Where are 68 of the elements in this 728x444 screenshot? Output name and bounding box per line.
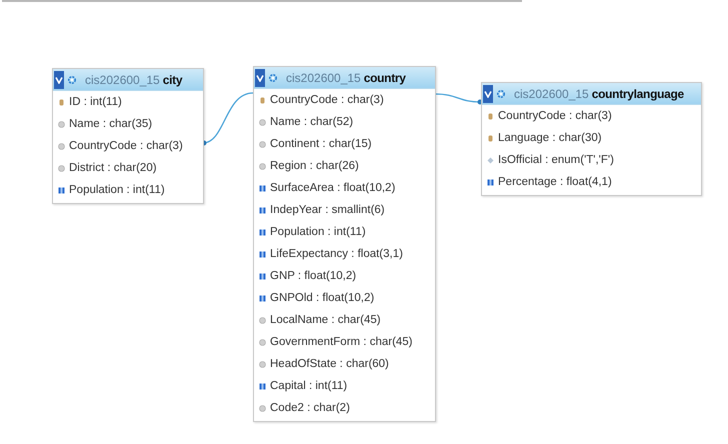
column-label: IsOfficial : enum('T','F') [498,154,614,166]
toggle-button[interactable] [255,68,265,86]
schema-name: cis202600_15 [85,72,160,86]
toggle-button[interactable] [54,70,64,88]
text-field-icon [58,164,65,172]
column-label: GNP : float(10,2) [270,270,356,282]
column-label: LifeExpectancy : float(3,1) [270,248,403,260]
number-field-icon [259,272,266,280]
text-field-icon [259,338,266,346]
table-name: city [162,72,182,86]
number-field-icon [259,294,266,302]
table-header[interactable]: cis202600_15 countrylanguage [482,83,701,105]
text-field-icon [58,120,65,128]
relation-line [434,93,482,104]
column-label: SurfaceArea : float(10,2) [270,182,396,194]
key-icon [487,134,494,142]
settings-icon[interactable] [67,74,77,84]
column-label: Name : char(35) [69,118,152,130]
number-field-icon [259,184,266,192]
column-label: LocalName : char(45) [270,314,381,326]
column-label: Percentage : float(4,1) [498,176,612,188]
chevron-icon [55,76,63,84]
enum-field-icon [487,156,494,164]
column-label: Population : int(11) [69,184,165,196]
text-field-icon [259,162,266,170]
column-label: Continent : char(15) [270,138,372,150]
relation-line [202,92,254,146]
table-header[interactable]: cis202600_15 city [53,69,203,91]
text-field-icon [259,404,266,412]
key-icon [58,98,65,106]
column-label: CountryCode : char(3) [498,110,612,122]
column-label: HeadOfState : char(60) [270,358,389,370]
settings-icon[interactable] [496,88,506,98]
column-label: Capital : int(11) [270,380,348,392]
column-label: Language : char(30) [498,132,602,144]
text-field-icon [259,316,266,324]
number-field-icon [259,250,266,258]
column-label: Code2 : char(2) [270,402,350,414]
column-label: District : char(20) [69,162,157,174]
number-field-icon [487,178,494,186]
number-field-icon [259,206,266,214]
table-name: countrylanguage [592,86,684,100]
column-label: Region : char(26) [270,160,359,172]
toggle-button[interactable] [483,84,493,102]
text-field-icon [259,360,266,368]
column-label: ID : int(11) [69,96,122,108]
column-label: CountryCode : char(3) [270,94,384,106]
chevron-icon [256,74,264,82]
text-field-icon [259,140,266,148]
column-label: GovernmentForm : char(45) [270,336,413,348]
table-header[interactable]: cis202600_15 country [254,67,435,89]
schema-name: cis202600_15 [514,86,589,100]
text-field-icon [58,142,65,150]
column-label: Population : int(11) [270,226,366,238]
number-field-icon [259,382,266,390]
number-field-icon [259,228,266,236]
table-name: country [364,70,406,84]
key-icon [487,112,494,120]
column-label: Name : char(52) [270,116,354,128]
column-label: GNPOld : float(10,2) [270,292,374,304]
column-label: CountryCode : char(3) [69,140,183,152]
settings-icon[interactable] [268,72,278,82]
key-icon [259,96,266,104]
number-field-icon [58,186,65,194]
schema-name: cis202600_15 [286,70,361,84]
chevron-icon [484,90,492,98]
text-field-icon [259,118,266,126]
column-label: IndepYear : smallint(6) [270,204,385,216]
